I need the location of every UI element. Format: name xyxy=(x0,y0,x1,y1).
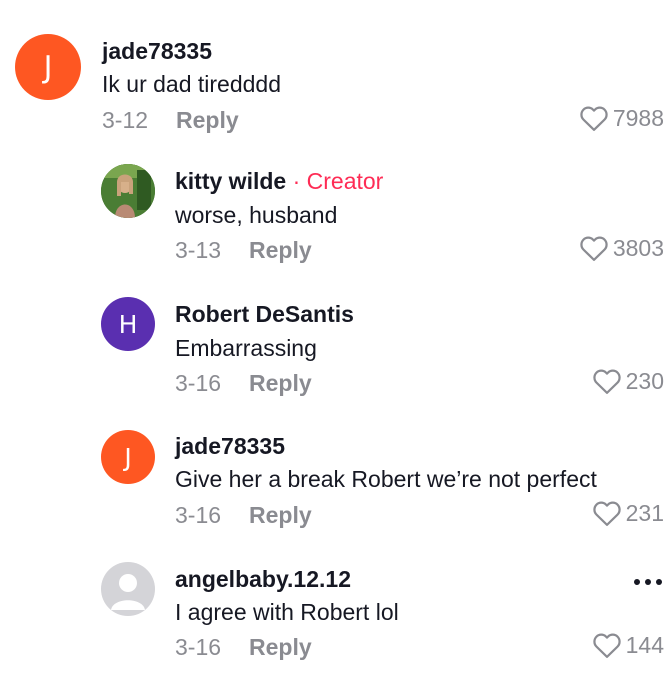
heart-outline-icon xyxy=(592,369,621,394)
dot xyxy=(645,579,651,585)
like-button[interactable]: 7988 xyxy=(579,104,664,132)
heart-outline-icon xyxy=(592,501,621,526)
avatar-letter: H xyxy=(118,309,138,339)
avatar[interactable]: J xyxy=(101,430,155,484)
like-count: 3803 xyxy=(612,234,664,261)
comment-text: Give her a break Robert we’re not perfec… xyxy=(175,466,597,492)
reply-button[interactable]: Reply xyxy=(249,370,312,397)
more-dots-icon[interactable] xyxy=(634,579,662,585)
avatar[interactable]: J xyxy=(15,34,81,100)
like-button[interactable]: 230 xyxy=(592,367,664,395)
avatar[interactable] xyxy=(101,164,155,218)
like-button[interactable]: 231 xyxy=(592,499,664,527)
reply-button[interactable]: Reply xyxy=(249,237,312,264)
like-button[interactable]: 144 xyxy=(592,631,664,659)
comment-text: I agree with Robert lol xyxy=(175,599,399,625)
heart-outline-icon xyxy=(592,633,621,658)
avatar-letter: J xyxy=(124,442,132,472)
comment-text: Embarrassing xyxy=(175,335,317,361)
username-text[interactable]: kitty wilde xyxy=(175,168,286,194)
comment-username[interactable]: angelbaby.12.12 xyxy=(175,566,351,593)
like-count: 144 xyxy=(625,631,664,658)
avatar[interactable]: H xyxy=(101,297,155,351)
comment-date: 3-12 xyxy=(102,107,149,133)
comment-date: 3-16 xyxy=(175,502,222,528)
comment-username[interactable]: kitty wilde · Creator xyxy=(175,168,383,195)
comment-username[interactable]: jade78335 xyxy=(175,433,285,460)
reply-button[interactable]: Reply xyxy=(249,634,312,661)
comment-date: 3-16 xyxy=(175,634,222,660)
reply-button[interactable]: Reply xyxy=(249,502,312,529)
profile-photo xyxy=(101,164,155,218)
reply-button[interactable]: Reply xyxy=(176,107,239,134)
avatar-letter: J xyxy=(43,49,53,85)
default-avatar-icon xyxy=(111,574,145,610)
comment-text: Ik ur dad tiredddd xyxy=(102,71,282,97)
dot xyxy=(656,579,662,585)
like-count: 7988 xyxy=(612,104,664,131)
like-count: 230 xyxy=(625,367,664,394)
comment-username[interactable]: Robert DeSantis xyxy=(175,301,354,328)
comment-date: 3-16 xyxy=(175,370,222,396)
heart-outline-icon xyxy=(580,236,608,261)
comment-text: worse, husband xyxy=(175,202,338,228)
comment-username[interactable]: jade78335 xyxy=(102,38,212,65)
avatar[interactable] xyxy=(101,562,155,616)
dot xyxy=(634,579,640,585)
heart-outline-icon xyxy=(580,106,608,131)
like-button[interactable]: 3803 xyxy=(579,234,664,262)
comment-date: 3-13 xyxy=(175,237,222,263)
creator-badge: · Creator xyxy=(292,168,384,194)
like-count: 231 xyxy=(625,499,664,526)
